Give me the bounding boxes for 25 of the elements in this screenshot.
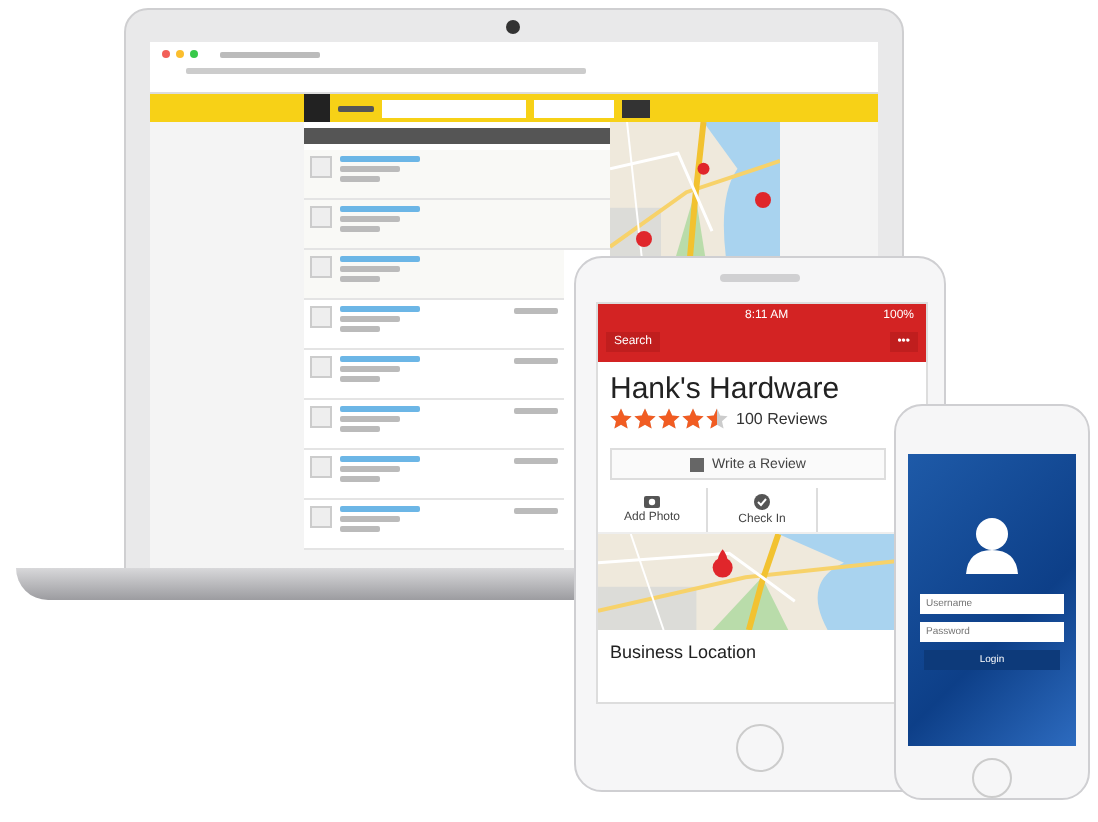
review-count: 100 Reviews [736, 410, 828, 428]
home-button[interactable] [736, 724, 784, 772]
listing-row[interactable] [304, 250, 564, 300]
section-title: Business Location [608, 640, 759, 666]
listing-row[interactable] [304, 350, 564, 400]
star-icon [610, 408, 632, 430]
star-icon [658, 408, 680, 430]
listing-row[interactable] [304, 300, 564, 350]
star-icon [706, 408, 728, 430]
listing-row[interactable] [304, 450, 564, 500]
camera-icon [644, 494, 660, 508]
listing-row[interactable] [304, 400, 564, 450]
listing-row[interactable] [304, 150, 610, 200]
home-button[interactable] [972, 758, 1012, 798]
search-field[interactable] [382, 99, 526, 117]
star-icon [682, 408, 704, 430]
listing-row[interactable] [304, 500, 564, 550]
location-field[interactable] [534, 99, 614, 117]
listing-row[interactable] [304, 200, 610, 250]
star-icon [634, 408, 656, 430]
check-icon [754, 494, 770, 510]
avatar-icon [962, 514, 1022, 574]
logo-square [304, 94, 330, 122]
camera-dot [506, 20, 520, 34]
business-name: Hank's Hardware [608, 370, 842, 408]
